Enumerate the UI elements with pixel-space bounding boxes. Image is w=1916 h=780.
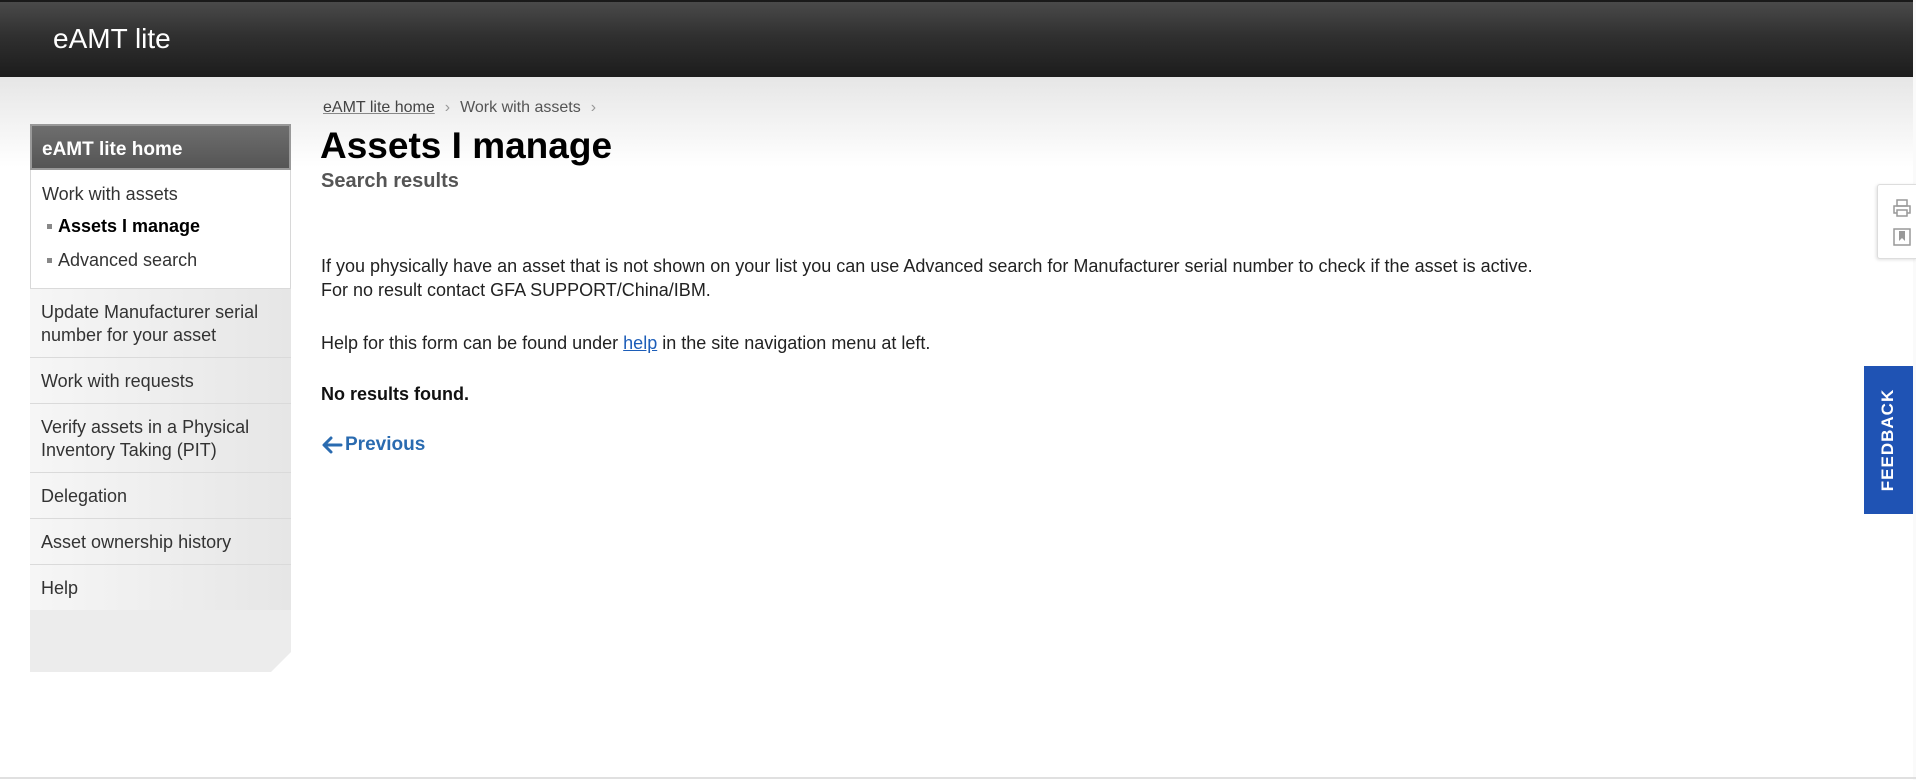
breadcrumb: eAMT lite home › Work with assets ›	[323, 99, 606, 117]
arrow-left-icon	[322, 436, 343, 454]
nav-work-with-requests[interactable]: Work with requests	[30, 357, 291, 403]
left-navigation: eAMT lite home Work with assets Assets I…	[30, 124, 291, 672]
nav-home-link[interactable]: eAMT lite home	[30, 124, 291, 170]
help-text-suffix: in the site navigation menu at left.	[657, 333, 931, 353]
help-link[interactable]: help	[623, 333, 657, 353]
help-text: Help for this form can be found under he…	[321, 331, 930, 355]
intro-line-1: If you physically have an asset that is …	[321, 256, 1533, 276]
site-title[interactable]: eAMT lite	[53, 23, 171, 55]
nav-help[interactable]: Help	[30, 564, 291, 610]
feedback-button[interactable]: FEEDBACK	[1864, 366, 1913, 514]
nav-group-work-with-assets: Work with assets Assets I manage Advance…	[30, 170, 291, 288]
nav-assets-i-manage-label: Assets I manage	[58, 216, 201, 236]
breadcrumb-current: Work with assets	[460, 99, 581, 116]
print-icon[interactable]	[1892, 198, 1912, 218]
bookmark-icon[interactable]	[1892, 227, 1912, 247]
nav-advanced-search[interactable]: Advanced search	[31, 248, 290, 282]
nav-asset-ownership-history[interactable]: Asset ownership history	[30, 518, 291, 564]
breadcrumb-home-link[interactable]: eAMT lite home	[323, 99, 435, 116]
feedback-label: FEEDBACK	[1878, 388, 1897, 492]
chevron-right-icon: ›	[444, 99, 451, 116]
nav-assets-i-manage[interactable]: Assets I manage	[31, 214, 290, 248]
nav-advanced-search-label: Advanced search	[58, 250, 198, 270]
nav-delegation[interactable]: Delegation	[30, 472, 291, 518]
page-title: Assets I manage	[320, 125, 613, 166]
nav-work-with-assets[interactable]: Work with assets	[31, 180, 290, 214]
previous-label: Previous	[345, 434, 426, 455]
chevron-right-icon: ›	[590, 99, 597, 116]
nav-update-serial-number[interactable]: Update Manufacturer serial number for yo…	[30, 288, 291, 357]
no-results-message: No results found.	[321, 384, 469, 404]
footer-divider	[0, 777, 1916, 779]
intro-line-2: For no result contact GFA SUPPORT/China/…	[321, 280, 711, 300]
page-subtitle: Search results	[321, 170, 459, 192]
nav-verify-assets-pit[interactable]: Verify assets in a Physical Inventory Ta…	[30, 403, 291, 472]
bullet-icon	[47, 257, 52, 263]
masthead: eAMT lite	[0, 0, 1916, 77]
bullet-icon	[47, 223, 52, 229]
page-tools	[1877, 184, 1916, 259]
help-text-prefix: Help for this form can be found under	[321, 333, 624, 353]
previous-link[interactable]: Previous	[321, 434, 425, 456]
intro-text: If you physically have an asset that is …	[321, 254, 1533, 302]
